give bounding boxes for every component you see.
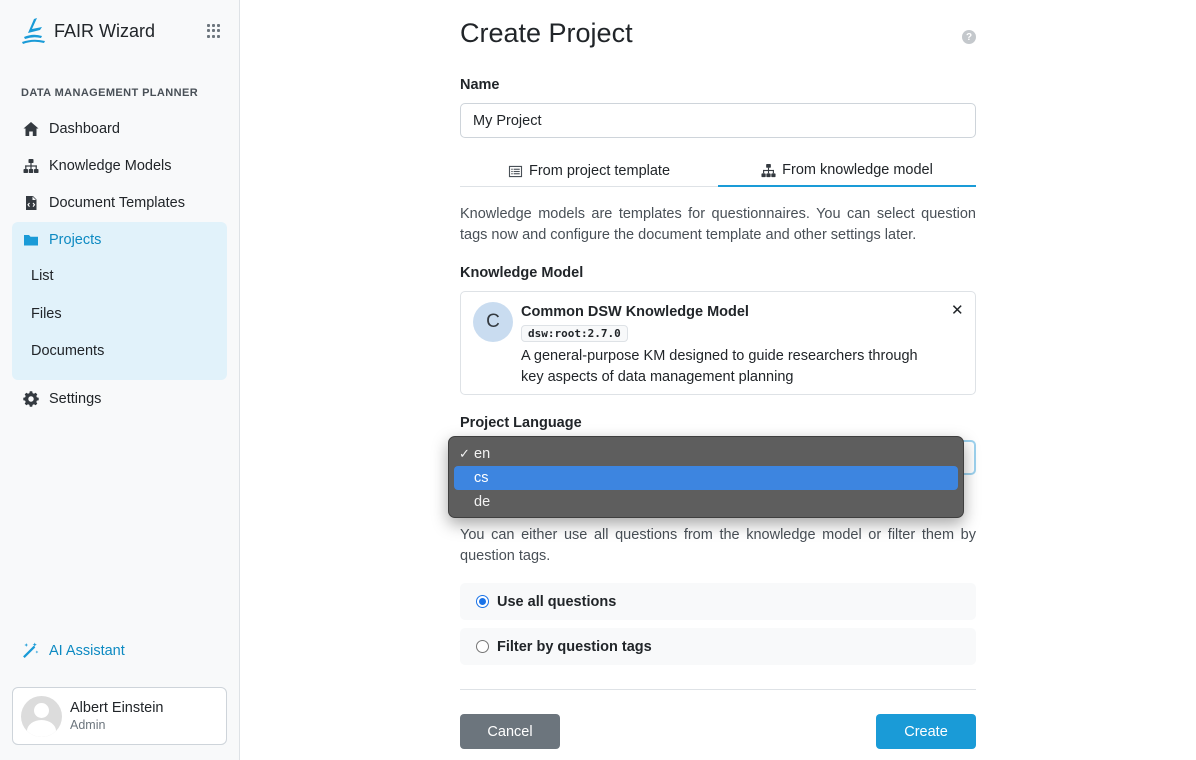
name-label: Name <box>460 77 500 93</box>
app-grid-icon[interactable] <box>207 24 221 38</box>
brand-name: FAIR Wizard <box>54 20 156 41</box>
brand[interactable]: FAIR Wizard <box>20 16 155 46</box>
sitemap-icon <box>761 163 776 177</box>
ai-assistant-label: AI Assistant <box>49 642 125 659</box>
option-label: de <box>474 494 491 510</box>
filter-description: You can either use all questions from th… <box>460 527 976 564</box>
home-icon <box>22 120 40 138</box>
option-label: cs <box>474 470 489 486</box>
sitemap-icon <box>22 157 40 175</box>
close-icon[interactable]: ✕ <box>951 301 964 319</box>
avatar <box>21 695 62 737</box>
radio-label: Use all questions <box>497 593 617 610</box>
sidebar-item-dashboard[interactable]: Dashboard <box>12 110 227 147</box>
user-name: Albert Einstein <box>70 700 164 716</box>
create-button[interactable]: Create <box>876 714 976 749</box>
radio-button[interactable] <box>476 640 489 653</box>
creation-mode-tabs: From project template From knowledge mod… <box>460 155 976 187</box>
sidebar-item-label: Projects <box>49 231 102 248</box>
sidebar-subitem-documents[interactable]: Documents <box>31 343 104 359</box>
language-option-en[interactable]: ✓ en <box>454 442 958 466</box>
sidebar-item-label: Document Templates <box>49 194 185 211</box>
sidebar-item-projects[interactable]: Projects <box>12 221 227 258</box>
sidebar-item-label: Settings <box>49 390 102 407</box>
ai-assistant-link[interactable]: AI Assistant <box>22 642 125 659</box>
cancel-button[interactable]: Cancel <box>460 714 560 749</box>
language-option-de[interactable]: de <box>454 490 958 514</box>
page-title: Create Project <box>460 18 633 48</box>
km-avatar: C <box>473 302 513 342</box>
tab-from-knowledge-model[interactable]: From knowledge model <box>718 155 976 187</box>
help-icon[interactable]: ? <box>962 30 976 44</box>
sidebar-item-settings[interactable]: Settings <box>12 380 227 417</box>
km-description-text: A general-purpose KM designed to guide r… <box>521 348 918 385</box>
file-code-icon <box>22 194 40 212</box>
selected-knowledge-model: C Common DSW Knowledge Model dsw:root:2.… <box>460 291 976 395</box>
project-language-label: Project Language <box>460 415 582 431</box>
project-name-input[interactable] <box>460 103 976 138</box>
sidebar-item-knowledge-models[interactable]: Knowledge Models <box>12 147 227 184</box>
user-role: Admin <box>70 718 106 732</box>
knowledge-model-label: Knowledge Model <box>460 265 584 281</box>
tab-from-project-template[interactable]: From project template <box>460 155 718 187</box>
radio-button[interactable] <box>476 595 489 608</box>
radio-filter-by-tags[interactable]: Filter by question tags <box>460 628 976 665</box>
km-name: Common DSW Knowledge Model <box>521 304 749 320</box>
sidebar-item-label: Dashboard <box>49 120 120 137</box>
sidebar-item-document-templates[interactable]: Document Templates <box>12 184 227 221</box>
language-option-cs[interactable]: cs <box>454 466 958 490</box>
km-id-badge: dsw:root:2.7.0 <box>521 325 628 342</box>
radio-use-all-questions[interactable]: Use all questions <box>460 583 976 620</box>
option-label: en <box>474 446 491 462</box>
language-dropdown-menu: ✓ en cs de <box>448 436 964 518</box>
sidebar-section-title: DATA MANAGEMENT PLANNER <box>21 87 199 99</box>
sidebar-item-label: Knowledge Models <box>49 157 172 174</box>
km-description: Knowledge models are templates for quest… <box>460 206 976 243</box>
divider <box>460 689 976 690</box>
user-menu[interactable]: Albert Einstein Admin <box>12 687 227 745</box>
sidebar-subitem-list[interactable]: List <box>31 268 54 284</box>
sidebar: FAIR Wizard DATA MANAGEMENT PLANNER Dash… <box>0 0 240 760</box>
wizard-logo-icon <box>22 18 45 44</box>
sidebar-subitem-files[interactable]: Files <box>31 306 62 322</box>
folder-icon <box>22 231 40 249</box>
radio-label: Filter by question tags <box>497 638 652 655</box>
gear-icon <box>22 390 40 408</box>
checkmark-icon: ✓ <box>459 446 470 461</box>
tab-label: From knowledge model <box>782 162 933 178</box>
list-icon <box>508 165 523 177</box>
tab-label: From project template <box>528 163 671 179</box>
magic-wand-icon <box>23 642 39 658</box>
